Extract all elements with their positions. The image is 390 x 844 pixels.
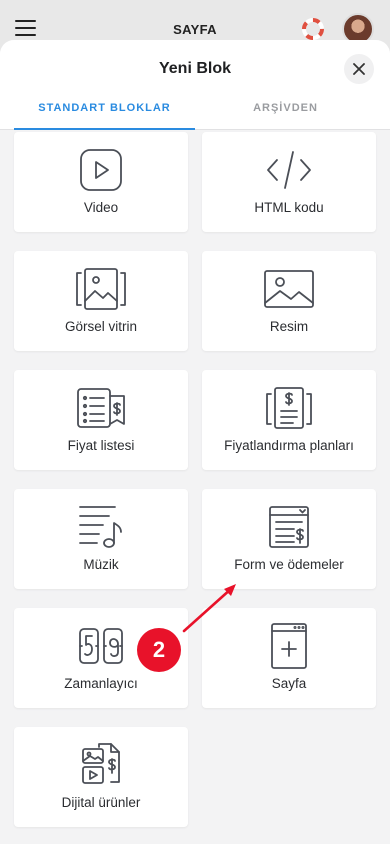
code-icon [267, 151, 311, 189]
gallery-icon [76, 268, 126, 310]
block-label: Dijital ürünler [61, 795, 141, 810]
arrow-annotation-icon [182, 584, 236, 633]
page-title: SAYFA [173, 22, 217, 37]
block-label: Video [83, 200, 119, 215]
tab-archive[interactable]: ARŞİVDEN [195, 102, 376, 130]
video-icon [80, 149, 122, 191]
image-icon [264, 270, 314, 308]
pricing-plans-icon [266, 387, 312, 429]
music-icon [79, 506, 122, 548]
digital-products-icon [82, 743, 120, 784]
timer-icon [79, 628, 123, 664]
lifebuoy-icon[interactable] [302, 18, 324, 40]
block-label: Fiyatlandırma planları [224, 438, 354, 453]
block-gallery[interactable]: Görsel vitrin [14, 251, 188, 351]
block-digital-products[interactable]: Dijital ürünler [14, 727, 188, 827]
block-label: Resim [269, 319, 309, 334]
add-page-icon [271, 623, 307, 669]
block-label: Sayfa [271, 676, 307, 691]
form-payments-icon [269, 506, 309, 548]
block-label: Müzik [83, 557, 119, 572]
block-label: Görsel vitrin [64, 319, 137, 334]
block-label: Form ve ödemeler [234, 557, 344, 572]
block-form-payments[interactable]: Form ve ödemeler [202, 489, 376, 589]
step-badge: 2 [137, 628, 181, 672]
sheet-title: Yeni Blok [158, 60, 232, 77]
block-pricing-plans[interactable]: Fiyatlandırma planları [202, 370, 376, 470]
block-video[interactable]: Video [14, 132, 188, 232]
tab-standard-blocks[interactable]: STANDART BLOKLAR [14, 102, 195, 130]
block-label: Fiyat listesi [67, 438, 135, 453]
sheet-header: Yeni Blok STANDART BLOKLAR ARŞİVDEN [0, 40, 390, 130]
block-label: Zamanlayıcı [64, 676, 138, 691]
block-music[interactable]: Müzik [14, 489, 188, 589]
new-block-sheet: Yeni Blok STANDART BLOKLAR ARŞİVDEN Vide… [0, 40, 390, 844]
block-html-code[interactable]: HTML kodu [202, 132, 376, 232]
close-button[interactable] [344, 54, 374, 84]
block-price-list[interactable]: Fiyat listesi [14, 370, 188, 470]
block-image[interactable]: Resim [202, 251, 376, 351]
block-label: HTML kodu [254, 200, 324, 215]
close-icon [353, 63, 365, 75]
price-list-icon [77, 388, 125, 428]
